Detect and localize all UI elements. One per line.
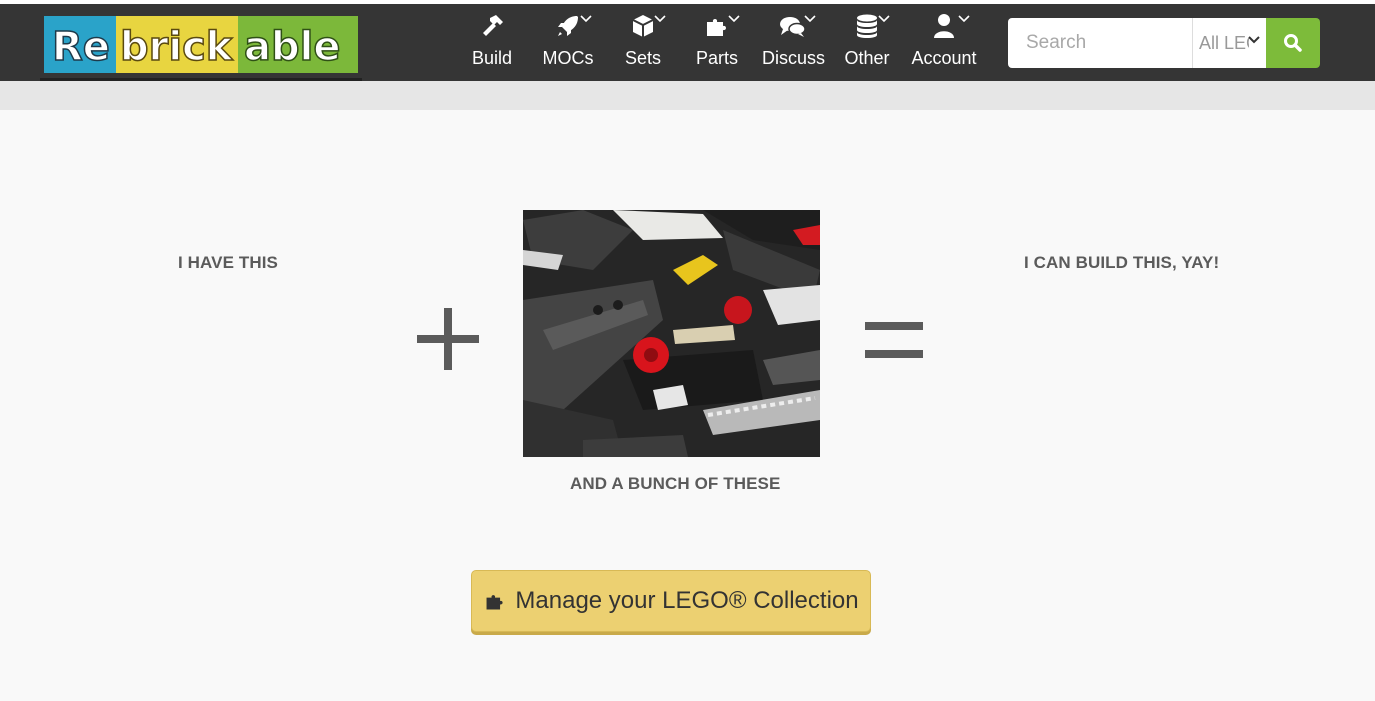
svg-text:able: able [244, 24, 340, 70]
chevron-down-icon [580, 15, 592, 23]
nav-build-label: Build [471, 48, 513, 68]
nav-discuss[interactable]: Discuss [762, 13, 826, 73]
puzzle-icon [486, 595, 504, 610]
nav-parts[interactable]: Parts [694, 13, 740, 73]
nav-sets[interactable]: Sets [622, 13, 666, 73]
and-a-bunch-of-these-label: AND A BUNCH OF THESE [570, 474, 781, 493]
chevron-down-icon [1248, 36, 1260, 44]
nav-other-label: Other [844, 48, 890, 68]
nav-account-label: Account [911, 48, 977, 68]
nav-parts-label: Parts [695, 48, 738, 68]
comments-icon [762, 13, 824, 41]
chevron-down-icon [878, 15, 890, 23]
nav-account[interactable]: Account [910, 13, 978, 73]
plus-sign [417, 308, 479, 370]
user-icon [910, 13, 978, 41]
manage-collection-label: Manage your LEGO® Collection [515, 587, 859, 614]
puzzle-icon [694, 13, 740, 41]
lego-parts-image [523, 210, 820, 457]
svg-text:brick: brick [120, 24, 234, 70]
rebrickable-logo[interactable]: Re brick able [40, 10, 362, 81]
nav-other[interactable]: Other [842, 13, 892, 73]
cube-icon [622, 13, 666, 41]
hero-strip [0, 81, 1375, 110]
chevron-down-icon [958, 15, 970, 23]
nav-build[interactable]: Build [468, 13, 516, 73]
i-can-build-this-label: I CAN BUILD THIS, YAY! [1024, 253, 1220, 272]
nav-discuss-label: Discuss [762, 48, 826, 68]
rocket-icon [540, 13, 596, 41]
nav-mocs[interactable]: MOCs [540, 13, 596, 73]
search-icon [1284, 34, 1302, 52]
chevron-down-icon [728, 15, 740, 23]
svg-text:Re: Re [52, 24, 110, 70]
nav-sets-label: Sets [624, 48, 662, 68]
search-scope-value: All LEGO [1199, 32, 1249, 53]
chevron-down-icon [804, 15, 816, 23]
manage-collection-button[interactable]: Manage your LEGO® Collection [471, 570, 871, 632]
hammer-icon [468, 13, 516, 41]
search-button[interactable] [1266, 18, 1320, 68]
search-input[interactable] [1008, 18, 1192, 68]
equals-sign [865, 322, 923, 358]
search-scope-select[interactable]: All LEGO [1192, 18, 1266, 68]
i-have-this-label: I HAVE THIS [178, 253, 278, 272]
database-icon [842, 13, 892, 41]
chevron-down-icon [654, 15, 666, 23]
nav-mocs-label: MOCs [542, 48, 594, 68]
search-bar: All LEGO [1008, 18, 1320, 68]
